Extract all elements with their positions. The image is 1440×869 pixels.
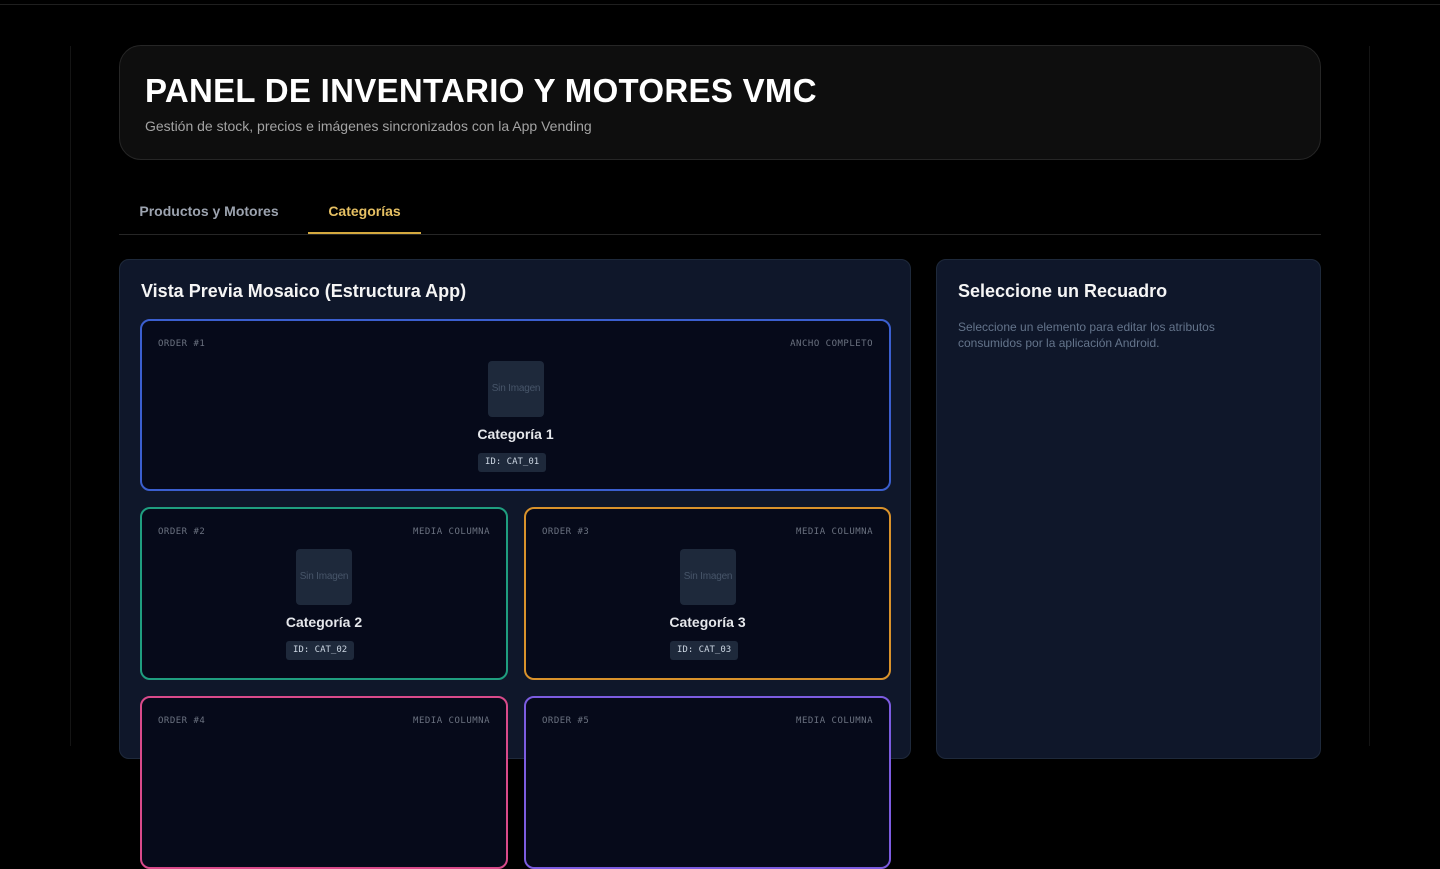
image-placeholder: Sin Imagen [488,361,544,417]
category-tile-1[interactable]: ORDER #1 ANCHO COMPLETO Sin Imagen Categ… [140,319,891,491]
header-card: PANEL DE INVENTARIO Y MOTORES VMC Gestió… [119,45,1321,160]
top-divider [0,4,1440,5]
tile-name: Categoría 3 [669,614,746,630]
editor-title: Seleccione un Recuadro [958,281,1168,301]
tile-size: MEDIA COLUMNA [413,527,490,537]
tab-categorias[interactable]: Categorías [308,190,421,234]
editor-hint: Seleccione un elemento para editar los a… [958,320,1215,350]
tile-name: Categoría 1 [477,426,554,442]
mosaic-preview-panel: Vista Previa Mosaico (Estructura App) OR… [119,259,911,869]
category-tile-5[interactable]: ORDER #5 MEDIA COLUMNA [524,696,891,869]
image-placeholder: Sin Imagen [680,549,736,605]
tile-size: MEDIA COLUMNA [413,716,490,726]
category-tile-2[interactable]: ORDER #2 MEDIA COLUMNA Sin Imagen Catego… [140,507,508,680]
category-tile-3[interactable]: ORDER #3 MEDIA COLUMNA Sin Imagen Catego… [524,507,891,680]
tile-id-badge: ID: CAT_02 [286,641,355,660]
image-placeholder: Sin Imagen [296,549,352,605]
category-tile-4[interactable]: ORDER #4 MEDIA COLUMNA [140,696,508,869]
tile-name: Categoría 2 [285,614,363,630]
page-title: PANEL DE INVENTARIO Y MOTORES VMC [145,72,817,109]
mosaic-preview-title: Vista Previa Mosaico (Estructura App) [141,281,467,301]
page-subtitle: Gestión de stock, precios e imágenes sin… [145,118,592,134]
tab-bar: Productos y Motores Categorías [119,190,1321,235]
tile-order: ORDER #5 [542,716,590,726]
tile-id-badge: ID: CAT_01 [478,453,547,472]
tile-order: ORDER #1 [158,339,206,349]
tile-id-badge: ID: CAT_03 [670,641,739,660]
tile-order: ORDER #4 [158,716,206,726]
tile-editor-panel: Seleccione un Recuadro Seleccione un ele… [936,259,1321,759]
tile-order: ORDER #3 [542,527,590,537]
tab-productos-y-motores[interactable]: Productos y Motores [119,190,299,234]
tile-size: ANCHO COMPLETO [790,339,873,349]
tile-size: MEDIA COLUMNA [796,527,873,537]
tile-size: MEDIA COLUMNA [796,716,873,726]
tile-order: ORDER #2 [158,527,206,537]
